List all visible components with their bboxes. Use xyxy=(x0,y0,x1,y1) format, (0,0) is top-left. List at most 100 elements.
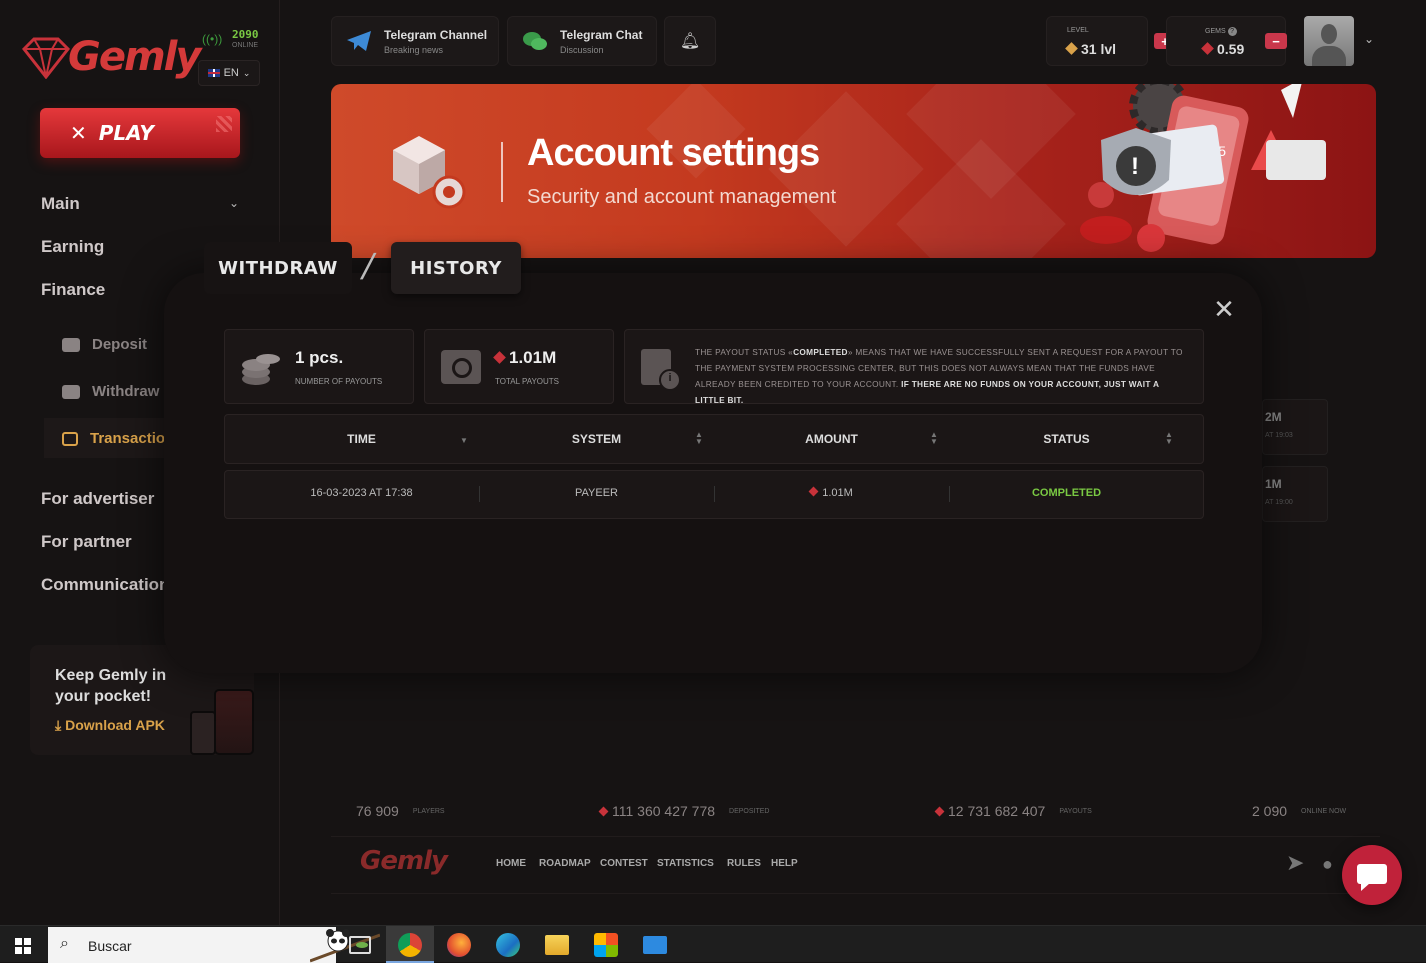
payouts-total-card: 1.01M TOTAL PAYOUTS xyxy=(424,329,614,404)
task-view-icon[interactable] xyxy=(349,936,371,954)
logo[interactable]: Gemly xyxy=(20,34,201,80)
cell-system: PAYEER xyxy=(575,487,618,499)
level-value-text: 31 lvl xyxy=(1081,41,1117,57)
telegram-icon[interactable]: ➤ xyxy=(1286,850,1304,876)
taskbar-search[interactable]: ⌕ Buscar xyxy=(48,927,380,963)
nav-earning[interactable]: Earning xyxy=(41,237,104,257)
column-system[interactable]: SYSTEM xyxy=(479,432,714,446)
table-row: 16-03-2023 AT 17:38 PAYEER 1.01M COMPLET… xyxy=(224,470,1204,519)
avatar[interactable] xyxy=(1304,16,1354,66)
windows-start-icon[interactable] xyxy=(15,938,31,954)
diamond-logo-icon xyxy=(21,37,71,79)
chat-icon[interactable]: ● xyxy=(1322,854,1333,875)
download-apk-link[interactable]: ⤓ Download APK xyxy=(55,717,165,734)
file-explorer-icon[interactable] xyxy=(545,935,569,955)
online-count: 2090 xyxy=(232,28,259,41)
sort-icon[interactable]: ▲ ▼ xyxy=(695,431,703,446)
uk-flag-icon xyxy=(207,69,220,77)
nav-finance[interactable]: Finance xyxy=(41,280,105,300)
info-text-part: THE PAYOUT STATUS « xyxy=(695,347,794,357)
cell-status: COMPLETED xyxy=(1031,487,1102,499)
gem-icon xyxy=(493,351,506,364)
app-window: Gemly ((•)) 2090 ONLINE EN ⌄ ✕ PLAY Main… xyxy=(0,0,1426,925)
payouts-total-value: 1.01M xyxy=(509,348,557,367)
payout-info-card: THE PAYOUT STATUS «COMPLETED» MEANS THAT… xyxy=(624,329,1204,405)
withdraw-gems-button[interactable]: − xyxy=(1265,33,1287,49)
payouts-count: 1 pcs. xyxy=(295,348,344,367)
nav-communication[interactable]: Communication xyxy=(41,575,169,595)
payouts-stat: 12 731 682 407 PAYOUTS xyxy=(934,803,1092,819)
deposited-value: 111 360 427 778 xyxy=(612,803,716,819)
security-illustration: 12:45 ! xyxy=(1080,84,1326,252)
tab-withdraw[interactable]: WITHDRAW xyxy=(204,242,352,294)
cell-time: 16-03-2023 AT 17:38 xyxy=(310,487,413,499)
close-icon[interactable]: ✕ xyxy=(1212,296,1236,322)
level-box: LEVEL 31 lvl xyxy=(1046,16,1148,66)
box-gear-icon xyxy=(393,136,466,209)
payout-info-text: THE PAYOUT STATUS «COMPLETED» MEANS THAT… xyxy=(695,344,1185,408)
tab-history[interactable]: HISTORY xyxy=(391,242,521,294)
language-select[interactable]: EN ⌄ xyxy=(198,60,260,86)
footer-link-roadmap[interactable]: ROADMAP xyxy=(539,858,591,869)
chrome-icon[interactable] xyxy=(398,933,422,957)
telegram-channel-sub: Breaking news xyxy=(384,44,444,55)
gem-icon xyxy=(808,486,819,497)
mail-icon[interactable] xyxy=(643,936,667,954)
deposited-label: DEPOSITED xyxy=(729,808,770,815)
signal-icon: ((•)) xyxy=(202,32,223,46)
support-chat-button[interactable] xyxy=(1342,845,1402,905)
cell-amount: 1.01M xyxy=(714,486,949,499)
help-icon[interactable]: ? xyxy=(1227,27,1237,36)
column-status[interactable]: STATUS xyxy=(949,432,1184,446)
swords-icon: ✕ xyxy=(70,122,87,145)
online-now-value: 2 090 xyxy=(1252,803,1288,819)
telegram-channel-title: Telegram Channel xyxy=(384,27,488,42)
firefox-icon[interactable] xyxy=(447,933,471,957)
history-card-time: AT 19:00 xyxy=(1265,499,1293,506)
microsoft-store-icon[interactable] xyxy=(594,933,618,957)
footer-link-rules[interactable]: RULES xyxy=(727,858,761,869)
chevron-down-icon[interactable]: ⌄ xyxy=(1364,32,1374,46)
online-now-label: ONLINE NOW xyxy=(1301,808,1347,815)
sort-desc-icon[interactable]: ▼ xyxy=(460,437,468,445)
gem-icon xyxy=(934,806,945,817)
avatar-head xyxy=(1321,24,1337,44)
telegram-channel-link[interactable]: Telegram Channel Breaking news xyxy=(331,16,499,66)
footer-link-home[interactable]: HOME xyxy=(496,858,526,869)
safe-icon xyxy=(62,431,78,446)
level-value: 31 lvl xyxy=(1065,41,1117,57)
telegram-chat-link[interactable]: Telegram Chat Discussion xyxy=(507,16,657,66)
wallet-icon xyxy=(62,384,80,399)
level-label: LEVEL xyxy=(1067,27,1089,34)
gem-icon xyxy=(1201,42,1214,55)
column-amount[interactable]: AMOUNT xyxy=(714,432,949,446)
nav-withdraw[interactable]: Withdraw xyxy=(62,383,159,400)
phones-image xyxy=(190,689,254,755)
nav-transactions[interactable]: Transactio xyxy=(62,430,165,447)
page-subtitle: Security and account management xyxy=(527,186,837,208)
avatar-body xyxy=(1312,46,1346,66)
gems-label-text: GEMS xyxy=(1205,28,1226,35)
nav-deposit[interactable]: Deposit xyxy=(62,336,147,353)
deposited-stat: 111 360 427 778 DEPOSITED xyxy=(598,803,770,819)
nav-main[interactable]: Main xyxy=(41,194,80,214)
footer-link-help[interactable]: HELP xyxy=(771,858,798,869)
footer-link-statistics[interactable]: STATISTICS xyxy=(657,858,714,869)
players-stat: 76 909 PLAYERS xyxy=(356,803,445,819)
play-button[interactable]: ✕ PLAY xyxy=(40,108,240,158)
gems-value-text: 0.59 xyxy=(1217,41,1245,57)
telegram-icon xyxy=(347,31,371,51)
nav-for-advertiser[interactable]: For advertiser xyxy=(41,489,154,509)
column-time[interactable]: TIME xyxy=(244,432,479,446)
sort-icon[interactable]: ▲ ▼ xyxy=(1165,431,1173,446)
bell-icon: 🔔︎ xyxy=(679,33,701,50)
chevron-down-icon[interactable]: ⌄ xyxy=(229,196,239,210)
footer-logo[interactable]: Gemly xyxy=(360,846,448,876)
notifications-button[interactable]: 🔔︎ xyxy=(664,16,716,66)
logo-text: Gemly xyxy=(68,34,201,80)
gems-value: 0.59 xyxy=(1201,41,1245,57)
nav-for-partner[interactable]: For partner xyxy=(41,532,132,552)
edge-icon[interactable] xyxy=(496,933,520,957)
footer-link-contest[interactable]: CONTEST xyxy=(600,858,648,869)
sort-icon[interactable]: ▲ ▼ xyxy=(930,431,938,446)
